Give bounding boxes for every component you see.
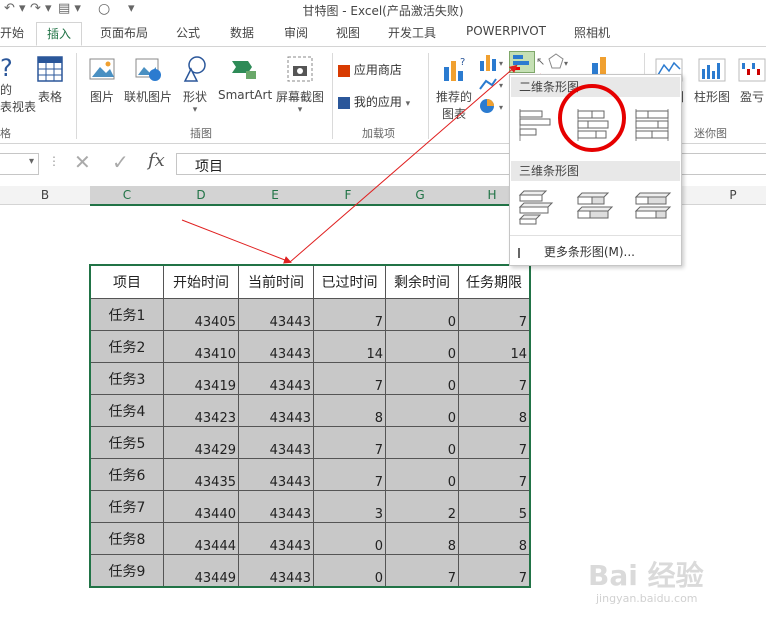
more-charts-icon xyxy=(518,247,532,258)
more-bar-charts-option[interactable]: 更多条形图(M)... xyxy=(518,243,635,260)
percent-stacked-bar-option[interactable] xyxy=(632,105,672,145)
percent-stacked-bar-icon xyxy=(635,109,669,141)
3d-percent-stacked-bar-option[interactable] xyxy=(632,187,672,227)
clustered-bar-icon xyxy=(519,109,551,141)
clustered-bar-option[interactable] xyxy=(516,105,556,145)
dropdown-divider xyxy=(510,235,681,236)
watermark-brand: Bai 经验 xyxy=(588,559,704,592)
3d-stacked-bar-icon xyxy=(576,192,614,219)
3d-stacked-bar-option[interactable] xyxy=(574,187,614,227)
arrow-to-table xyxy=(181,219,292,264)
highlight-circle xyxy=(558,84,626,152)
more-bar-charts-label: 更多条形图(M)... xyxy=(543,245,635,259)
3d-clustered-bar-option[interactable] xyxy=(516,187,556,227)
watermark-url: jingyan.baidu.com xyxy=(596,592,698,605)
3d-clustered-bar-icon xyxy=(518,190,554,225)
3d-percent-stacked-bar-icon xyxy=(634,192,672,219)
arrow-to-bar-button xyxy=(289,64,518,263)
section-3d-bar: 三维条形图 xyxy=(511,161,680,181)
